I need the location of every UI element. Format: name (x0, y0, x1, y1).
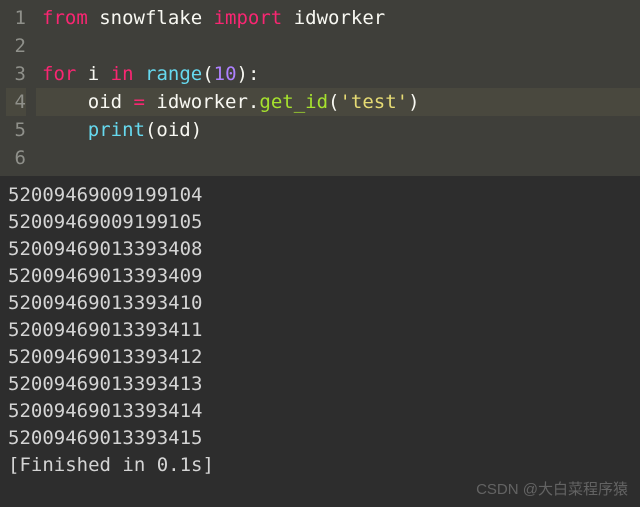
line-number: 6 (6, 144, 26, 172)
token-fn: range (145, 63, 202, 85)
token-fn: print (88, 119, 145, 141)
token-name: oid (156, 119, 190, 141)
token-num: 10 (214, 63, 237, 85)
output-panel: 5200946900919910452009469009199105520094… (0, 176, 640, 485)
token-punc: ( (328, 91, 339, 113)
token-punc: ( (145, 119, 156, 141)
line-number: 4 (6, 88, 26, 116)
output-line: [Finished in 0.1s] (8, 452, 632, 479)
token-name: idworker (282, 7, 385, 29)
line-number: 3 (6, 60, 26, 88)
token-kw: import (214, 7, 283, 29)
token-kw: from (42, 7, 88, 29)
line-number: 2 (6, 32, 26, 60)
output-line: 52009469013393411 (8, 317, 632, 344)
token-name: idworker (145, 91, 248, 113)
token-name: oid (42, 91, 134, 113)
token-punc: ): (237, 63, 260, 85)
output-line: 52009469013393412 (8, 344, 632, 371)
output-line: 52009469013393409 (8, 263, 632, 290)
token-punc: . (248, 91, 259, 113)
token-name (134, 63, 145, 85)
output-line: 52009469009199104 (8, 182, 632, 209)
code-line[interactable] (36, 144, 640, 172)
token-punc: ) (191, 119, 202, 141)
output-line: 52009469009199105 (8, 209, 632, 236)
code-line[interactable]: from snowflake import idworker (36, 4, 640, 32)
token-kw: for (42, 63, 76, 85)
output-line: 52009469013393413 (8, 371, 632, 398)
token-kw: in (111, 63, 134, 85)
output-line: 52009469013393408 (8, 236, 632, 263)
output-line: 52009469013393410 (8, 290, 632, 317)
line-number: 1 (6, 4, 26, 32)
line-number: 5 (6, 116, 26, 144)
token-str: 'test' (339, 91, 408, 113)
line-number-gutter: 123456 (0, 0, 36, 176)
code-line[interactable]: for i in range(10): (36, 60, 640, 88)
token-name (42, 119, 88, 141)
token-kw: = (134, 91, 145, 113)
output-line: 52009469013393414 (8, 398, 632, 425)
token-punc: ( (202, 63, 213, 85)
token-name: snowflake (88, 7, 214, 29)
code-line[interactable]: oid = idworker.get_id('test') (36, 88, 640, 116)
token-name: i (76, 63, 110, 85)
token-punc: ) (408, 91, 419, 113)
watermark: CSDN @大白菜程序猿 (476, 478, 628, 499)
code-line[interactable] (36, 32, 640, 60)
code-editor[interactable]: 123456 from snowflake import idworker fo… (0, 0, 640, 176)
token-call: get_id (259, 91, 328, 113)
code-area[interactable]: from snowflake import idworker for i in … (36, 0, 640, 176)
code-line[interactable]: print(oid) (36, 116, 640, 144)
output-line: 52009469013393415 (8, 425, 632, 452)
